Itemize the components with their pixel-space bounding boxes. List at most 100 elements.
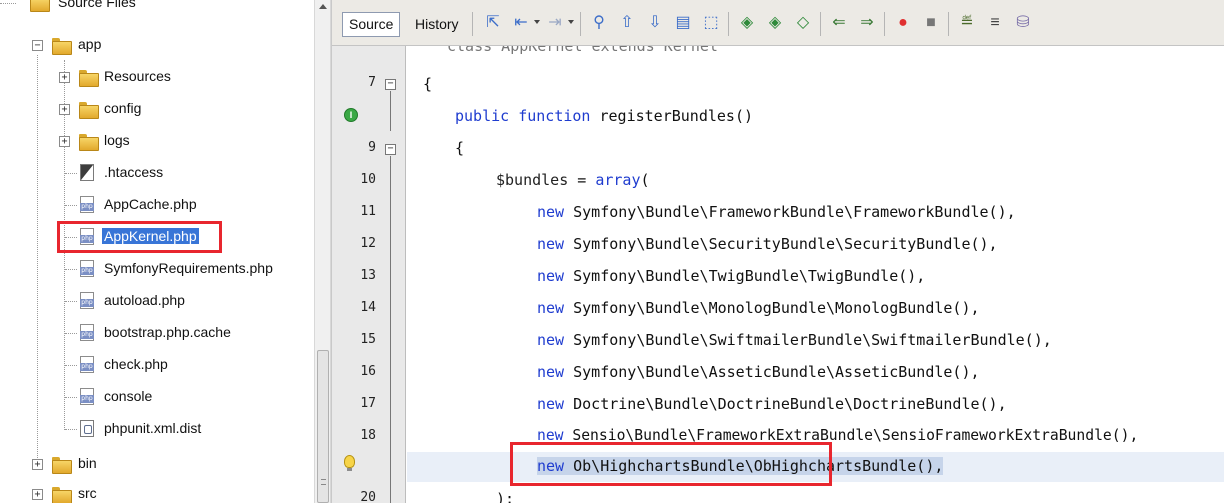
folder-icon	[52, 38, 72, 55]
tree-item-label: AppCache.php	[104, 196, 197, 212]
database-icon[interactable]: ⛁	[1012, 12, 1034, 34]
php-file-icon: php	[80, 196, 94, 213]
fold-collapse-icon[interactable]: −	[385, 79, 396, 90]
toggle-highlight-icon[interactable]: ⬚	[700, 12, 722, 34]
code-editor[interactable]: Source History ⇱ ⇤ ⇥ ⚲ ⇧ ⇩ ▤ ⬚ ◈ ◈ ◇ ⇐ ⇒…	[331, 0, 1224, 503]
tree-item-label: autoload.php	[104, 292, 185, 308]
code-line: );	[496, 490, 515, 503]
tree-item-label: .htaccess	[104, 164, 164, 180]
previous-bookmark-icon[interactable]: ◈	[736, 12, 758, 34]
tree-root-label: Source Files	[58, 0, 136, 10]
back-dropdown-icon[interactable]	[534, 20, 540, 24]
tab-history[interactable]: History	[408, 12, 466, 37]
code-line: new Symfony\Bundle\SecurityBundle\Securi…	[537, 235, 998, 253]
line-number: 20	[360, 490, 376, 503]
tree-item-app[interactable]: − app	[0, 30, 314, 60]
code-line: new Symfony\Bundle\AsseticBundle\Assetic…	[537, 363, 980, 381]
tree-item-logs[interactable]: + logs	[0, 126, 314, 156]
tree-item-label: logs	[104, 132, 130, 148]
tree-item-label: Resources	[104, 68, 171, 84]
line-number: 12	[360, 236, 376, 251]
folder-icon	[30, 0, 50, 12]
code-line: {	[455, 139, 465, 157]
tree-item-symfonyrequirements[interactable]: php SymfonyRequirements.php	[0, 254, 314, 284]
folder-icon	[79, 70, 99, 87]
php-file-icon: php	[80, 356, 94, 373]
code-line: {	[423, 75, 433, 93]
expand-icon[interactable]: +	[32, 459, 43, 470]
line-number: 11	[360, 204, 376, 219]
code-line: new Symfony\Bundle\SwiftmailerBundle\Swi…	[537, 331, 1052, 349]
implements-icon[interactable]: I	[344, 108, 358, 122]
expand-icon[interactable]: +	[59, 104, 70, 115]
toggle-bookmark-icon[interactable]: ◇	[792, 12, 814, 34]
collapse-icon[interactable]: −	[32, 40, 43, 51]
tree-item-config[interactable]: + config	[0, 94, 314, 124]
uncomment-icon[interactable]: ≡	[984, 12, 1006, 34]
code-area[interactable]: class AppKernel extends Kernel { public …	[407, 46, 1224, 503]
tree-item-resources[interactable]: + Resources	[0, 62, 314, 92]
tab-source[interactable]: Source	[342, 12, 401, 37]
folder-icon	[52, 457, 72, 474]
shift-left-icon[interactable]: ⇐	[828, 12, 850, 34]
line-number: 17	[360, 396, 376, 411]
find-icon[interactable]: ⚲	[588, 12, 610, 34]
code-line: $bundles = array(	[496, 171, 650, 189]
comment-icon[interactable]: ≝	[956, 12, 978, 34]
tree-item-label: console	[104, 388, 153, 404]
project-tree[interactable]: Source Files − app + Resources + config …	[0, 0, 314, 503]
php-file-icon: php	[80, 388, 94, 405]
tree-item-label: SymfonyRequirements.php	[104, 260, 273, 276]
highlight-box-appkernel	[57, 221, 222, 253]
folder-icon	[79, 134, 99, 151]
last-edit-icon[interactable]: ⇱	[482, 12, 504, 34]
tree-item-label: phpunit.xml.dist	[104, 420, 202, 436]
code-line: new Doctrine\Bundle\DoctrineBundle\Doctr…	[537, 395, 1007, 413]
line-number: 18	[360, 428, 376, 443]
scrollbar-thumb[interactable]	[317, 350, 329, 503]
folder-icon	[52, 487, 72, 503]
tree-item-phpunit[interactable]: phpunit.xml.dist	[0, 414, 314, 444]
php-file-icon: php	[80, 260, 94, 277]
start-macro-recording-icon[interactable]: ●	[892, 12, 914, 34]
code-line: new Symfony\Bundle\MonologBundle\Monolog…	[537, 299, 980, 317]
expand-icon[interactable]: +	[32, 489, 43, 500]
expand-icon[interactable]: +	[59, 72, 70, 83]
htaccess-file-icon	[80, 164, 94, 181]
tree-item-bin[interactable]: + bin	[0, 449, 314, 479]
line-number: 16	[360, 364, 376, 379]
stop-macro-recording-icon[interactable]: ■	[920, 12, 942, 34]
tree-item-bootstrap[interactable]: php bootstrap.php.cache	[0, 318, 314, 348]
shift-right-icon[interactable]: ⇒	[856, 12, 878, 34]
tree-item-label: check.php	[104, 356, 168, 372]
line-number: 9	[368, 140, 376, 155]
tree-item-console[interactable]: php console	[0, 382, 314, 412]
grip-icon	[321, 479, 326, 485]
tree-root-row[interactable]: Source Files	[0, 0, 314, 18]
highlight-box-new-bundle	[510, 442, 832, 486]
tree-scrollbar[interactable]	[314, 0, 331, 503]
find-selection-icon[interactable]: ▤	[672, 12, 694, 34]
tree-item-src[interactable]: + src	[0, 479, 314, 503]
code-line: class AppKernel extends Kernel	[447, 46, 718, 55]
tree-item-autoload[interactable]: php autoload.php	[0, 286, 314, 316]
scroll-up-arrow-icon[interactable]	[319, 4, 327, 9]
back-icon[interactable]: ⇤	[510, 12, 532, 34]
fold-collapse-icon[interactable]: −	[385, 144, 396, 155]
line-number: 13	[360, 268, 376, 283]
tree-item-appcache[interactable]: php AppCache.php	[0, 190, 314, 220]
expand-icon[interactable]: +	[59, 136, 70, 147]
line-number-gutter: 7 − I 9 − 10 11 12 13 14 15 16 17 18 20	[332, 46, 406, 503]
find-previous-icon[interactable]: ⇧	[616, 12, 638, 34]
find-next-icon[interactable]: ⇩	[644, 12, 666, 34]
tree-item-htaccess[interactable]: .htaccess	[0, 158, 314, 188]
tree-item-check[interactable]: php check.php	[0, 350, 314, 380]
hint-bulb-icon[interactable]	[344, 455, 355, 471]
line-number: 14	[360, 300, 376, 315]
forward-icon[interactable]: ⇥	[544, 12, 566, 34]
code-line: new Symfony\Bundle\FrameworkBundle\Frame…	[537, 203, 1016, 221]
config-file-icon	[80, 420, 94, 437]
tree-item-label: config	[104, 100, 142, 116]
next-bookmark-icon[interactable]: ◈	[764, 12, 786, 34]
forward-dropdown-icon[interactable]	[568, 20, 574, 24]
